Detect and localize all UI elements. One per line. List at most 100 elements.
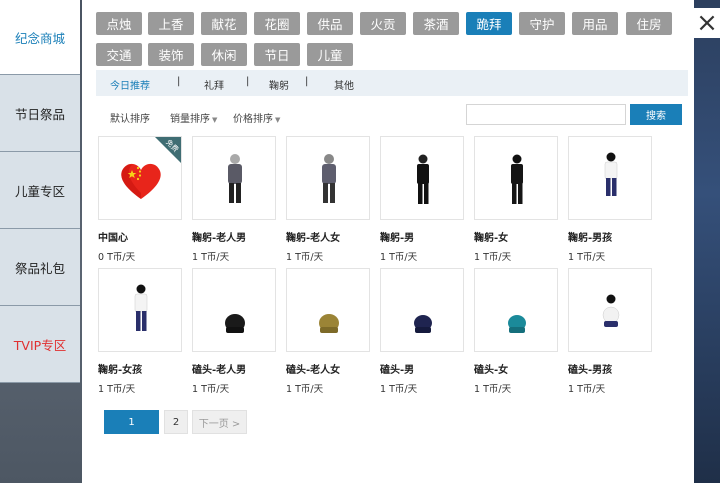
category-decoration[interactable]: 装饰 — [148, 43, 194, 66]
category-label: 用品 — [582, 17, 608, 32]
kneeling-woman-icon — [508, 315, 526, 333]
bowing-elder-man-icon — [228, 154, 242, 203]
product-card[interactable]: 磕头-男孩 1 T币/天 — [568, 268, 654, 395]
background-right — [690, 0, 720, 483]
subtab-other[interactable]: 其他 — [334, 77, 354, 92]
category-label: 火贡 — [370, 17, 396, 32]
product-card[interactable]: 鞠躬-女 1 T币/天 — [474, 136, 560, 263]
product-card[interactable]: 鞠躬-老人女 1 T币/天 — [286, 136, 372, 263]
product-card[interactable]: 鞠躬-老人男 1 T币/天 — [192, 136, 278, 263]
side-nav-item-gift-packs[interactable]: 祭品礼包 — [0, 229, 80, 306]
product-price: 1 T币/天 — [192, 384, 230, 395]
sort-sales[interactable]: 销量排序 ▼ — [170, 110, 217, 125]
product-card[interactable]: 鞠躬-男 1 T币/天 — [380, 136, 466, 263]
close-icon[interactable]: × — [694, 8, 720, 38]
subtab-separator: | — [305, 76, 309, 87]
product-name: 鞠躬-老人男 — [192, 233, 247, 244]
product-card[interactable]: 磕头-男 1 T币/天 — [380, 268, 466, 395]
search-input[interactable] — [466, 104, 626, 125]
product-thumbnail: 免费 — [98, 136, 182, 220]
category-children[interactable]: 儿童 — [307, 43, 353, 66]
category-wreath[interactable]: 花圈 — [254, 12, 300, 35]
bowing-woman-icon — [511, 154, 523, 204]
product-price: 1 T币/天 — [568, 252, 606, 263]
sort-default[interactable]: 默认排序 — [110, 110, 150, 125]
side-nav-item-memorial-mall[interactable]: 纪念商城 — [0, 0, 80, 75]
category-label: 上香 — [158, 17, 184, 32]
caret-down-icon: ▼ — [275, 116, 281, 124]
kneeling-man-icon — [414, 315, 432, 333]
kneeling-boy-icon — [602, 294, 620, 327]
category-label: 供品 — [317, 17, 343, 32]
sort-sales-label: 销量排序 — [170, 114, 210, 125]
category-label: 住房 — [636, 17, 662, 32]
subtab-separator: | — [246, 76, 250, 87]
side-nav-item-children-zone[interactable]: 儿童专区 — [0, 152, 80, 229]
subtab-bow[interactable]: 鞠躬 — [269, 77, 289, 92]
category-supplies[interactable]: 用品 — [572, 12, 618, 35]
product-thumbnail — [286, 136, 370, 220]
category-guard[interactable]: 守护 — [519, 12, 565, 35]
page-1-button[interactable]: 1 — [104, 410, 159, 434]
product-card[interactable]: 免费 中国心 0 T币/天 — [98, 136, 184, 263]
subtab-worship[interactable]: 礼拜 — [204, 77, 224, 92]
side-nav-label: 儿童专区 — [14, 183, 65, 199]
bowing-elder-woman-icon — [322, 154, 336, 203]
category-leisure[interactable]: 休闲 — [201, 43, 247, 66]
side-nav-label: 纪念商城 — [14, 30, 65, 46]
category-label: 节日 — [264, 48, 290, 63]
category-housing[interactable]: 住房 — [626, 12, 672, 35]
product-name: 鞠躬-男孩 — [568, 233, 613, 244]
product-thumbnail — [192, 268, 276, 352]
product-card[interactable]: 磕头-老人女 1 T币/天 — [286, 268, 372, 395]
category-kneel-bow[interactable]: 跪拜 — [466, 12, 512, 35]
product-thumbnail — [474, 136, 558, 220]
product-card[interactable]: 磕头-老人男 1 T币/天 — [192, 268, 278, 395]
product-thumbnail — [98, 268, 182, 352]
next-page-button[interactable]: 下一页 > — [192, 410, 247, 434]
kneeling-elder-woman-icon — [319, 314, 339, 333]
product-card[interactable]: 鞠躬-女孩 1 T币/天 — [98, 268, 184, 395]
category-label: 献花 — [211, 17, 237, 32]
product-thumbnail — [474, 268, 558, 352]
product-name: 鞠躬-老人女 — [286, 233, 341, 244]
category-flowers[interactable]: 献花 — [201, 12, 247, 35]
product-price: 0 T币/天 — [98, 252, 136, 263]
category-festival[interactable]: 节日 — [254, 43, 300, 66]
product-card[interactable]: 鞠躬-男孩 1 T币/天 — [568, 136, 654, 263]
category-fire-tribute[interactable]: 火贡 — [360, 12, 406, 35]
product-thumbnail — [568, 136, 652, 220]
side-nav: 纪念商城 节日祭品 儿童专区 祭品礼包 TVIP专区 — [0, 0, 80, 383]
category-label: 跪拜 — [476, 17, 502, 32]
side-nav-item-tvip-zone[interactable]: TVIP专区 — [0, 306, 80, 383]
category-transport[interactable]: 交通 — [96, 43, 142, 66]
search-button[interactable]: 搜索 — [630, 104, 682, 125]
subtab-bar: 今日推荐 | 礼拜 | 鞠躬 | 其他 — [96, 70, 688, 96]
category-label: 花圈 — [264, 17, 290, 32]
page-2-button[interactable]: 2 — [164, 410, 188, 434]
subtab-separator: | — [177, 76, 181, 87]
category-tea-wine[interactable]: 茶酒 — [413, 12, 459, 35]
category-offerings[interactable]: 供品 — [307, 12, 353, 35]
product-thumbnail — [192, 136, 276, 220]
product-name: 中国心 — [98, 233, 128, 244]
product-card[interactable]: 磕头-女 1 T币/天 — [474, 268, 560, 395]
category-incense[interactable]: 上香 — [148, 12, 194, 35]
subtab-today-recommend[interactable]: 今日推荐 — [110, 77, 150, 92]
side-nav-label: 节日祭品 — [14, 106, 65, 122]
product-price: 1 T币/天 — [474, 384, 512, 395]
product-name: 鞠躬-女孩 — [98, 365, 143, 376]
kneeling-elder-man-icon — [225, 314, 245, 333]
product-price: 1 T币/天 — [474, 252, 512, 263]
category-light-candle[interactable]: 点烛 — [96, 12, 142, 35]
product-price: 1 T币/天 — [380, 252, 418, 263]
bowing-girl-icon — [134, 284, 148, 331]
sort-price[interactable]: 价格排序 ▼ — [233, 110, 280, 125]
product-price: 1 T币/天 — [380, 384, 418, 395]
side-nav-label: 祭品礼包 — [14, 260, 65, 276]
product-name: 磕头-老人男 — [192, 365, 247, 376]
sort-bar: 默认排序 销量排序 ▼ 价格排序 ▼ 搜索 — [96, 104, 688, 126]
side-nav-item-festival-offerings[interactable]: 节日祭品 — [0, 75, 80, 152]
category-label: 交通 — [106, 48, 132, 63]
product-name: 磕头-男孩 — [568, 365, 613, 376]
